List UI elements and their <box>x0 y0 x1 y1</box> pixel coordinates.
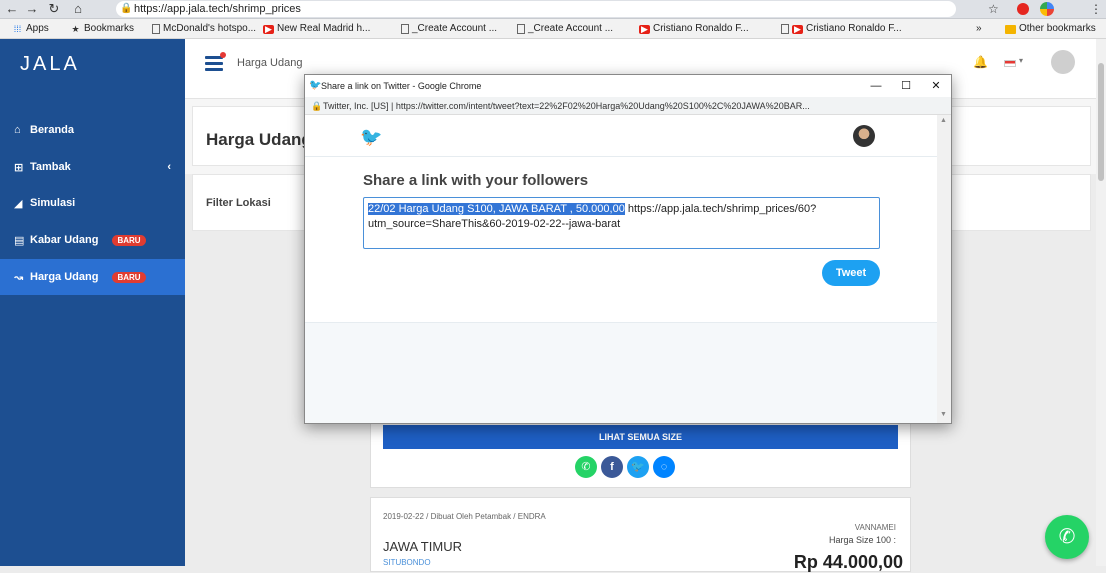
twitter-header: 🐦 <box>305 115 937 157</box>
avatar[interactable] <box>1051 50 1075 74</box>
bookmarks-overflow[interactable]: » <box>976 19 982 39</box>
scroll-down-icon[interactable]: ▼ <box>940 411 947 418</box>
bookmark-create-account-2[interactable]: _Create Account ... <box>517 19 613 39</box>
news-icon: ▤ <box>14 234 25 247</box>
breadcrumb: Harga Udang <box>237 57 303 69</box>
apps-grid-icon: ⁞⁞⁞ <box>13 23 22 34</box>
messenger-icon[interactable]: ◌ <box>653 456 675 478</box>
popup-address-bar: 🔒 Twitter, Inc. [US] | https://twitter.c… <box>305 97 951 115</box>
page-scrollbar[interactable] <box>1096 39 1106 566</box>
sidebar-item-tambak[interactable]: ⊞ Tambak ‹ <box>0 149 185 185</box>
star-icon: ★ <box>71 23 80 34</box>
share-heading: Share a link with your followers <box>363 172 589 189</box>
post-price: Rp 44.000,00 <box>793 552 903 572</box>
chevron-left-icon: ‹ <box>167 161 171 173</box>
twitter-logo-icon[interactable]: 🐦 <box>360 127 382 148</box>
twitter-bird-icon: 🐦 <box>309 80 322 91</box>
lock-icon: 🔒 <box>311 101 323 111</box>
menu-kebab-icon[interactable]: ⋮ <box>1090 1 1102 17</box>
folder-icon <box>1005 24 1016 34</box>
app-logo[interactable]: JALA <box>20 53 80 76</box>
home-nav-icon[interactable]: ⌂ <box>70 1 86 17</box>
back-icon[interactable]: ← <box>4 1 20 17</box>
see-all-sizes-button[interactable]: LIHAT SEMUA SIZE <box>383 425 898 449</box>
bookmarks-bar: ⁞⁞⁞ Apps ★ Bookmarks McDonald's hotspo... … <box>0 19 1106 39</box>
bookmark-other[interactable]: Other bookmarks <box>1005 19 1096 39</box>
avatar[interactable] <box>853 125 875 147</box>
youtube-icon: ▶ <box>792 24 803 34</box>
app-sidebar: JALA ⌂ Beranda ⊞ Tambak ‹ ◢ Simulasi ▤ K… <box>0 39 185 566</box>
reload-icon[interactable]: ↻ <box>46 1 62 17</box>
sidebar-item-kabar-udang[interactable]: ▤ Kabar Udang BARU <box>0 222 185 258</box>
filter-label[interactable]: Filter Lokasi <box>206 197 271 209</box>
tweet-textarea[interactable]: 22/02 Harga Udang S100, JAWA BARAT , 50.… <box>363 197 880 249</box>
bookmark-bookmarks[interactable]: ★ Bookmarks <box>70 19 134 39</box>
twitter-share-window: 🐦 Share a link on Twitter - Google Chrom… <box>304 74 952 424</box>
tweet-button[interactable]: Tweet <box>822 260 880 286</box>
new-badge: BARU <box>112 234 146 246</box>
popup-address-org: Twitter, Inc. [US] <box>323 101 389 111</box>
page-icon <box>517 24 525 34</box>
scrollbar-thumb[interactable] <box>1098 63 1104 181</box>
bookmark-real-madrid[interactable]: ▶ New Real Madrid h... <box>263 19 370 39</box>
home-icon: ⌂ <box>14 124 21 136</box>
address-bar[interactable]: 🔒 https://app.jala.tech/shrimp_prices <box>116 1 956 17</box>
twitter-icon[interactable]: 🐦 <box>627 456 649 478</box>
popup-address-url: https://twitter.com/intent/tweet?text=22… <box>395 101 810 111</box>
whatsapp-fab-icon[interactable]: ✆ <box>1045 515 1089 559</box>
grid-icon: ⊞ <box>14 161 24 174</box>
post-meta: 2019-02-22 / Dibuat Oleh Petambak / ENDR… <box>383 512 546 521</box>
bookmark-ronaldo-2[interactable]: ▶ Cristiano Ronaldo F... <box>781 19 902 39</box>
flag-icon[interactable] <box>1004 60 1016 67</box>
minimize-button[interactable]: — <box>861 75 891 97</box>
forward-icon[interactable]: → <box>24 1 40 17</box>
page-title: Harga Udang <box>206 130 312 149</box>
maximize-button[interactable]: ☐ <box>891 75 921 97</box>
popup-titlebar[interactable]: 🐦 Share a link on Twitter - Google Chrom… <box>305 75 951 97</box>
page-icon <box>152 24 160 34</box>
youtube-icon: ▶ <box>263 24 274 34</box>
scroll-up-icon[interactable]: ▲ <box>940 117 947 124</box>
extension-color-icon[interactable] <box>1040 2 1054 16</box>
bookmark-create-account-1[interactable]: _Create Account ... <box>401 19 497 39</box>
notification-dot <box>220 52 226 58</box>
twitter-footer <box>305 323 937 423</box>
post-species: VANNAMEI <box>854 523 896 532</box>
new-badge: BARU <box>112 271 146 283</box>
lock-icon: 🔒 <box>120 3 133 14</box>
post-region: JAWA TIMUR <box>383 539 462 554</box>
bookmark-star-icon[interactable]: ☆ <box>988 1 999 17</box>
popup-title: Share a link on Twitter - Google Chrome <box>321 81 482 91</box>
page-icon <box>781 24 789 34</box>
sidebar-item-harga-udang[interactable]: ↝ Harga Udang BARU <box>0 259 185 295</box>
extension-red-icon[interactable] <box>1017 3 1029 15</box>
bookmark-apps[interactable]: ⁞⁞⁞ Apps <box>12 19 49 39</box>
youtube-icon: ▶ <box>639 24 650 34</box>
close-button[interactable]: ✕ <box>921 75 951 97</box>
address-url: https://app.jala.tech/shrimp_prices <box>134 3 301 15</box>
bell-icon[interactable]: 🔔 <box>973 55 988 69</box>
tweet-text-selected: 22/02 Harga Udang S100, JAWA BARAT , 50.… <box>368 203 625 215</box>
bookmark-mcdonalds[interactable]: McDonald's hotspo... <box>152 19 256 39</box>
post-size-label: Harga Size 100 : <box>828 535 896 545</box>
facebook-icon[interactable]: f <box>601 456 623 478</box>
whatsapp-icon[interactable]: ✆ <box>575 456 597 478</box>
sidebar-item-beranda[interactable]: ⌂ Beranda <box>0 112 185 148</box>
bookmark-ronaldo-1[interactable]: ▶ Cristiano Ronaldo F... <box>639 19 749 39</box>
caret-down-icon[interactable]: ▾ <box>1019 56 1023 65</box>
popup-scrollbar[interactable]: ▲ ▼ <box>937 115 951 423</box>
page-icon <box>401 24 409 34</box>
hamburger-menu-icon[interactable] <box>205 56 223 71</box>
chart-icon: ◢ <box>14 197 23 210</box>
browser-toolbar: ← → ↻ ⌂ 🔒 https://app.jala.tech/shrimp_p… <box>0 0 1106 19</box>
sidebar-item-simulasi[interactable]: ◢ Simulasi <box>0 185 185 221</box>
shrimp-icon: ↝ <box>14 271 24 284</box>
